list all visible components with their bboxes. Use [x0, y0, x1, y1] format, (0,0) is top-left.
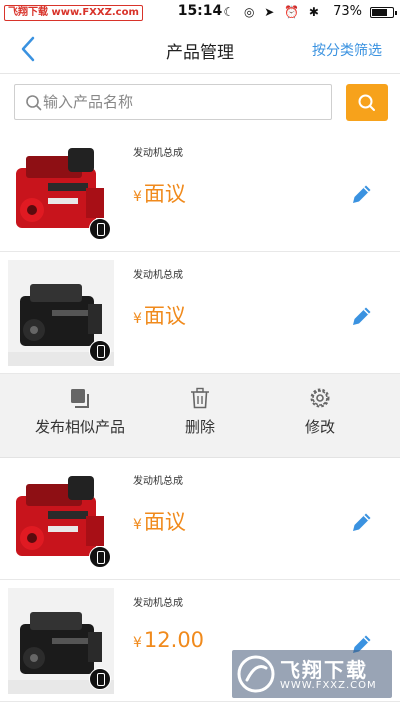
product-category: 发动机总成 — [133, 476, 183, 487]
filter-by-category-button[interactable]: 按分类筛选 — [312, 40, 382, 60]
search-icon — [26, 95, 42, 111]
watermark-bottom: 飞翔下载 WWW.FXXZ.COM — [232, 650, 392, 698]
product-price: ¥面议 — [133, 304, 186, 328]
mobile-icon — [89, 668, 111, 690]
product-image — [8, 260, 114, 366]
edit-pencil-icon[interactable] — [350, 304, 374, 328]
product-category: 发动机总成 — [133, 598, 183, 609]
delete-button[interactable]: 删除 — [145, 386, 255, 437]
list-item[interactable]: 发动机总成 ¥面议 — [0, 130, 400, 252]
copy-icon — [71, 389, 89, 408]
action-row: 发布相似产品 删除 修改 — [0, 374, 400, 458]
search-input[interactable] — [43, 85, 323, 119]
product-price: ¥面议 — [133, 182, 186, 206]
search-button[interactable] — [346, 84, 388, 121]
product-price: ¥面议 — [133, 510, 186, 534]
list-item[interactable]: 发动机总成 ¥面议 — [0, 252, 400, 374]
gear-icon — [310, 388, 330, 408]
search-icon — [358, 94, 375, 111]
watermark-logo-icon — [237, 655, 275, 693]
product-price: ¥12.00 — [133, 628, 205, 652]
product-category: 发动机总成 — [133, 270, 183, 281]
mobile-icon — [89, 340, 111, 362]
edit-pencil-icon[interactable] — [350, 182, 374, 206]
mobile-icon — [89, 546, 111, 568]
product-image — [8, 588, 114, 694]
nav-bar: 产品管理 按分类筛选 — [0, 24, 400, 74]
publish-similar-button[interactable]: 发布相似产品 — [25, 386, 135, 437]
modify-button[interactable]: 修改 — [265, 386, 375, 437]
trash-icon — [191, 387, 209, 409]
battery-fill — [372, 9, 387, 16]
product-image — [8, 466, 114, 572]
search-row — [0, 74, 400, 130]
battery-icon — [370, 7, 397, 18]
search-box — [14, 84, 332, 120]
mobile-icon — [89, 218, 111, 240]
watermark-text: 飞翔下载 — [280, 658, 368, 682]
battery-percent: 73% — [333, 4, 362, 19]
edit-pencil-icon[interactable] — [350, 510, 374, 534]
product-list: 发动机总成 ¥面议 发动机总成 ¥面议 发布相似产品 删除 修改 发动机总成 ¥… — [0, 130, 400, 702]
product-image — [8, 138, 114, 244]
watermark-url: WWW.FXXZ.COM — [280, 680, 377, 691]
status-icons: ☾ ◎ ➤ ⏰ ✱ — [223, 5, 322, 19]
list-item[interactable]: 发动机总成 ¥面议 — [0, 458, 400, 580]
product-category: 发动机总成 — [133, 148, 183, 159]
status-bar: 飞翔下载 www.FXXZ.com 15:14 ☾ ◎ ➤ ⏰ ✱ 73% — [0, 0, 400, 24]
